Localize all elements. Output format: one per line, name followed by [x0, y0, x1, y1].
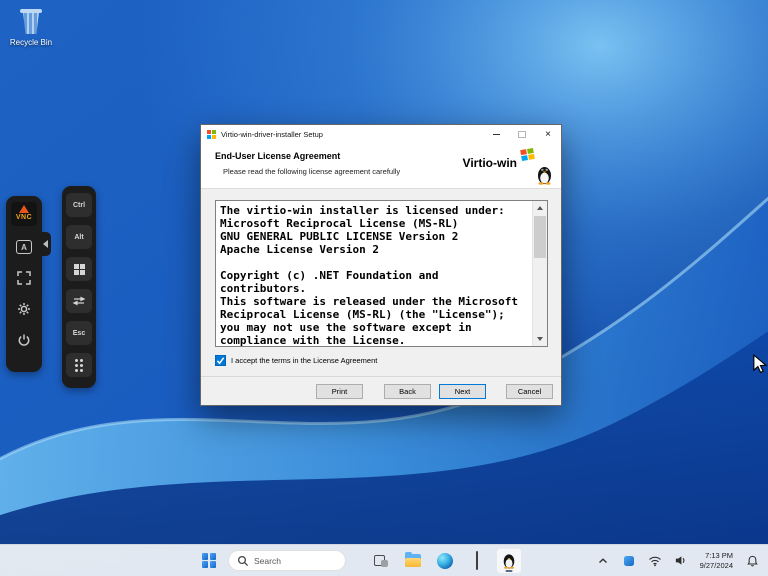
clock[interactable]: 7:13 PM 9/27/2024: [697, 549, 736, 573]
fullscreen-button[interactable]: [14, 268, 34, 288]
vnc-logo: VNC: [11, 202, 37, 226]
windows-start-icon: [202, 553, 216, 567]
power-icon: [17, 333, 31, 347]
monitor-app-button[interactable]: [464, 548, 490, 574]
system-tray: 7:13 PM 9/27/2024: [593, 545, 766, 576]
search-icon: [237, 555, 249, 567]
tray-app-button[interactable]: [619, 549, 639, 573]
check-icon: [216, 356, 225, 365]
notifications-button[interactable]: [742, 549, 762, 573]
vnc-flame-icon: [19, 205, 29, 213]
volume-button[interactable]: [671, 549, 691, 573]
maximize-button[interactable]: [509, 125, 535, 144]
clock-date: 9/27/2024: [700, 561, 733, 571]
vnc-control-bar: VNC A: [6, 196, 42, 372]
page-title: End-User License Agreement: [215, 151, 340, 161]
more-keys-icon: [75, 359, 83, 372]
monitor-app-icon: [476, 552, 478, 570]
minimize-icon: [493, 134, 500, 135]
maximize-icon: [518, 131, 526, 138]
dialog-header: End-User License Agreement Please read t…: [201, 144, 561, 189]
brand-logo: Virtio-win: [463, 146, 553, 186]
windows-key-icon: [74, 264, 85, 275]
notification-bell-icon: [746, 554, 759, 568]
running-app-indicator: [506, 570, 513, 572]
esc-key[interactable]: Esc: [66, 321, 92, 345]
dialog-footer: Print Back Next Cancel: [201, 376, 561, 405]
taskbar: Search: [0, 544, 768, 576]
file-explorer-button[interactable]: [400, 548, 426, 574]
keyboard-button[interactable]: A: [14, 237, 34, 257]
tab-key[interactable]: [66, 289, 92, 313]
installer-taskbar-icon: [502, 552, 516, 569]
file-explorer-icon: [405, 554, 421, 567]
clock-time: 7:13 PM: [700, 551, 733, 561]
windows-flag-icon: [520, 148, 535, 161]
volume-icon: [674, 554, 687, 567]
search-label: Search: [254, 556, 281, 566]
network-button[interactable]: [645, 549, 665, 573]
collapse-handle-icon: [43, 240, 48, 248]
search-box[interactable]: Search: [228, 550, 346, 571]
tray-app-icon: [624, 556, 634, 566]
installer-taskbar-button[interactable]: [496, 548, 522, 574]
page-subtitle: Please read the following license agreem…: [223, 167, 400, 176]
accept-label: I accept the terms in the License Agreem…: [231, 356, 377, 365]
minimize-button[interactable]: [483, 125, 509, 144]
fullscreen-icon: [17, 271, 31, 285]
brand-art: [519, 146, 553, 186]
close-icon: ×: [545, 130, 551, 140]
task-view-button[interactable]: [368, 548, 394, 574]
hidden-icons-button[interactable]: [593, 549, 613, 573]
chevron-up-icon: [597, 555, 609, 567]
start-button[interactable]: [196, 548, 222, 574]
windows-key[interactable]: [66, 257, 92, 281]
scroll-up-icon: [537, 206, 543, 210]
scrollbar[interactable]: [532, 201, 547, 346]
recycle-bin-label: Recycle Bin: [8, 38, 54, 47]
vnc-logo-text: VNC: [11, 214, 37, 221]
license-text: The virtio-win installer is licensed und…: [216, 201, 533, 346]
power-button[interactable]: [14, 330, 34, 350]
network-icon: [648, 554, 662, 567]
license-text-box[interactable]: The virtio-win installer is licensed und…: [215, 200, 548, 347]
scroll-up-button[interactable]: [533, 201, 547, 215]
task-view-icon: [374, 554, 388, 567]
window-title: Virtio-win-driver-installer Setup: [221, 130, 483, 139]
alt-key[interactable]: Alt: [66, 225, 92, 249]
next-button[interactable]: Next: [439, 384, 486, 399]
close-button[interactable]: ×: [535, 125, 561, 144]
ctrl-key[interactable]: Ctrl: [66, 193, 92, 217]
edge-icon: [437, 553, 453, 569]
recycle-bin-icon: [16, 8, 46, 36]
scrollbar-thumb[interactable]: [534, 216, 546, 258]
settings-gear-icon: [17, 302, 31, 316]
recycle-bin[interactable]: Recycle Bin: [8, 8, 54, 47]
keyboard-icon: A: [16, 240, 32, 254]
more-keys-button[interactable]: [66, 353, 92, 377]
scroll-down-button[interactable]: [533, 332, 547, 346]
extra-keys-panel: Ctrl Alt Esc: [62, 186, 96, 388]
accept-checkbox[interactable]: [215, 355, 226, 366]
accept-license-row: I accept the terms in the License Agreem…: [215, 355, 377, 366]
tab-key-icon: [72, 295, 86, 307]
installer-window: Virtio-win-driver-installer Setup × End-…: [200, 124, 562, 406]
scroll-down-icon: [537, 337, 543, 341]
edge-button[interactable]: [432, 548, 458, 574]
brand-text: Virtio-win: [463, 156, 517, 170]
settings-button[interactable]: [14, 299, 34, 319]
installer-app-icon: [207, 130, 216, 139]
desktop: Recycle Bin VNC A: [0, 0, 768, 576]
collapse-handle[interactable]: [40, 232, 51, 256]
print-button[interactable]: Print: [316, 384, 363, 399]
window-titlebar[interactable]: Virtio-win-driver-installer Setup ×: [201, 125, 561, 144]
taskbar-center: Search: [196, 545, 522, 576]
cancel-button[interactable]: Cancel: [506, 384, 553, 399]
tux-penguin-icon: [536, 164, 553, 185]
back-button[interactable]: Back: [384, 384, 431, 399]
